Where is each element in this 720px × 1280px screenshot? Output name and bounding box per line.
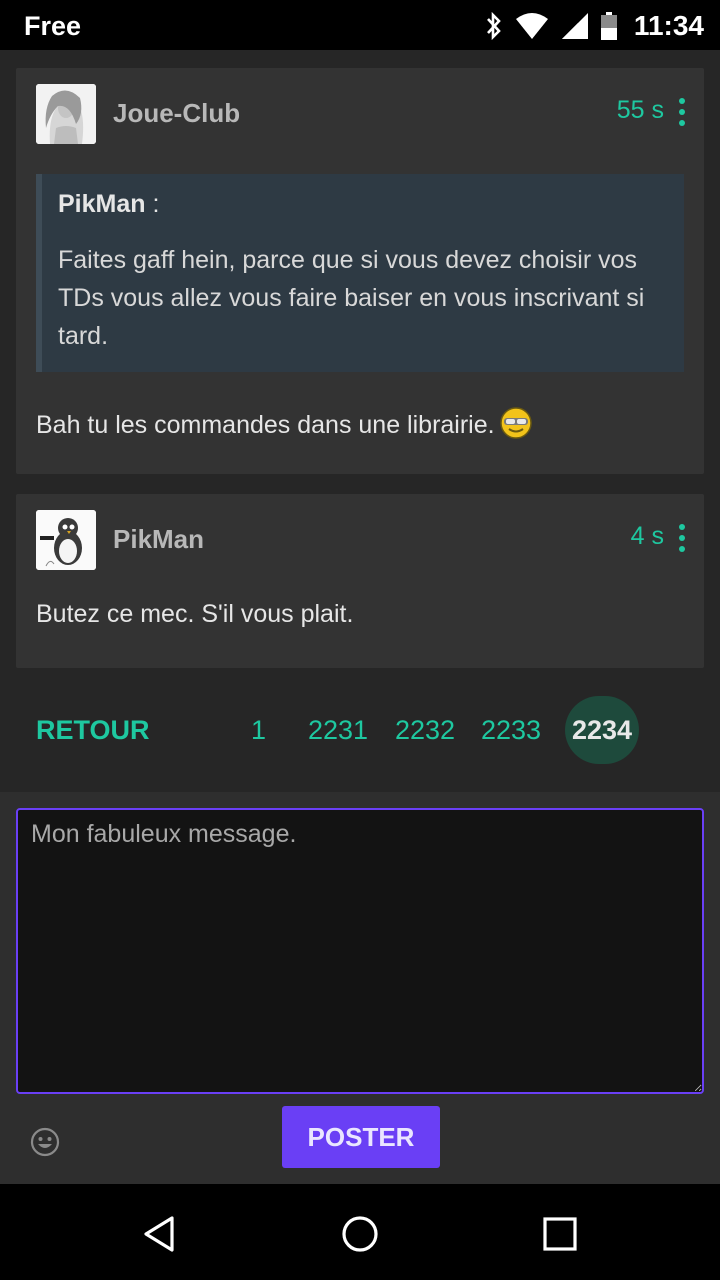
carrier-name: Free — [24, 11, 82, 41]
post-message: Bah tu les commandes dans une librairie. — [36, 406, 533, 447]
quote-text: Faites gaff hein, parce que si vous deve… — [58, 246, 645, 350]
signal-icon — [561, 13, 588, 39]
pagination: RETOUR 1 2231 2232 2233 2234 — [0, 680, 720, 780]
thread-content[interactable]: Joue-Club 55 s PikMan : Faites gaff hein… — [0, 50, 720, 792]
status-bar: Free 11:34 — [0, 0, 720, 50]
home-nav-icon[interactable] — [338, 1212, 382, 1256]
avatar[interactable] — [36, 510, 96, 570]
post-author[interactable]: PikMan — [113, 524, 204, 555]
compose-area: POSTER — [0, 792, 720, 1184]
post-time: 55 s — [616, 96, 664, 124]
clock: 11:34 — [633, 10, 704, 41]
emoji-picker-icon[interactable] — [29, 1126, 61, 1158]
wifi-icon — [515, 13, 548, 39]
post-time: 4 s — [630, 522, 664, 550]
bluetooth-icon — [486, 11, 501, 41]
more-options-icon[interactable] — [678, 524, 686, 554]
battery-icon — [600, 12, 617, 40]
current-page[interactable]: 2234 — [565, 696, 639, 764]
more-options-icon[interactable] — [678, 98, 686, 128]
post-card: PikMan 4 s Butez ce mec. S'il vous plait… — [16, 494, 704, 668]
navigation-bar — [0, 1184, 720, 1280]
page-link[interactable]: 2231 — [308, 715, 368, 746]
back-button[interactable]: RETOUR — [36, 715, 150, 746]
message-input[interactable] — [16, 808, 704, 1094]
back-nav-icon[interactable] — [138, 1212, 182, 1256]
avatar[interactable] — [36, 84, 96, 144]
page-link[interactable]: 2232 — [395, 715, 455, 746]
quote-author: PikMan : — [58, 190, 160, 218]
post-button[interactable]: POSTER — [282, 1106, 440, 1168]
quote-block: PikMan : Faites gaff hein, parce que si … — [36, 174, 684, 372]
recent-apps-icon[interactable] — [538, 1212, 582, 1256]
page-link[interactable]: 2233 — [481, 715, 541, 746]
page-link[interactable]: 1 — [251, 715, 266, 746]
post-message: Butez ce mec. S'il vous plait. — [36, 600, 354, 628]
status-icons: 11:34 — [484, 8, 704, 44]
post-author[interactable]: Joue-Club — [113, 98, 240, 129]
post-card: Joue-Club 55 s PikMan : Faites gaff hein… — [16, 68, 704, 474]
sunglasses-smiley-icon — [499, 406, 533, 447]
